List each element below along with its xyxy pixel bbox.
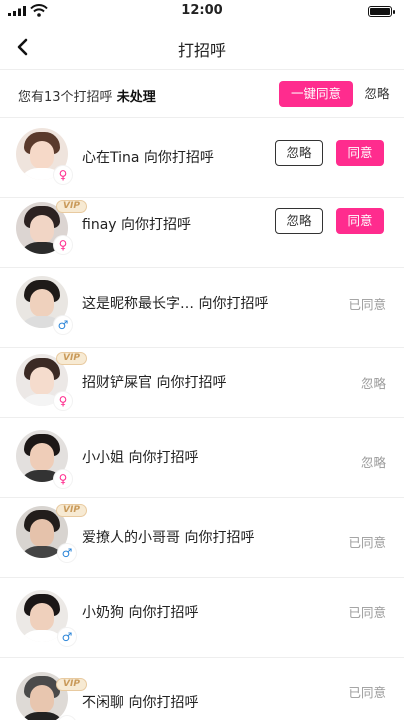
male-icon: ♂ (58, 628, 76, 646)
greeting-row[interactable]: VIP ♂ 不闲聊 向你打招呼 已同意 (0, 658, 404, 720)
nickname: 心在Tina (82, 150, 140, 166)
greeting-summary: 您有13个打招呼 未处理 一键同意 忽略 (0, 70, 404, 118)
greeting-suffix: 向你打招呼 (116, 217, 192, 233)
greeting-suffix: 向你打招呼 (124, 695, 199, 711)
male-icon: ♂ (58, 716, 76, 720)
greeting-text: 小小姐 向你打招呼 (82, 447, 198, 467)
greeting-text: finay 向你打招呼 (82, 214, 191, 234)
agree-button[interactable]: 同意 (336, 208, 384, 234)
status-label: 已同意 (348, 685, 386, 700)
female-icon: ♀ (54, 392, 72, 410)
vip-badge: VIP (56, 352, 87, 365)
nickname: finay (82, 217, 117, 233)
ignore-button[interactable]: 忽略 (275, 208, 323, 234)
summary-text: 您有13个打招呼 未处理 (18, 86, 156, 105)
greeting-text: 爱撩人的小哥哥 向你打招呼 (82, 527, 254, 547)
greeting-text: 小奶狗 向你打招呼 (82, 602, 198, 622)
greeting-text: 心在Tina 向你打招呼 (82, 147, 214, 167)
greeting-row[interactable]: ♂ 这是昵称最长字… 向你打招呼 已同意 (0, 268, 404, 348)
vip-badge: VIP (56, 200, 87, 213)
greeting-row[interactable]: VIP ♂ 爱撩人的小哥哥 向你打招呼 已同意 (0, 498, 404, 578)
vip-badge: VIP (56, 504, 87, 517)
greeting-list: ♀ 心在Tina 向你打招呼 忽略 同意 VIP ♀ finay 向你打招呼 忽… (0, 118, 404, 720)
female-icon: ♀ (54, 236, 72, 254)
summary-pending: 未处理 (116, 90, 156, 105)
agree-all-button[interactable]: 一键同意 (279, 81, 353, 107)
male-icon: ♂ (54, 316, 72, 334)
nickname: 招财铲屎官 (82, 375, 152, 391)
clock: 12:00 (181, 3, 223, 18)
nickname: 不闲聊 (82, 695, 124, 711)
greeting-row[interactable]: ♀ 小小姐 向你打招呼 忽略 (0, 418, 404, 498)
status-bar: 12:00 (0, 0, 404, 24)
vip-badge: VIP (56, 678, 87, 691)
status-label: 已同意 (348, 605, 386, 620)
greeting-text: 这是昵称最长字… 向你打招呼 (82, 293, 268, 313)
status-label: 忽略 (360, 376, 386, 391)
greeting-suffix: 向你打招呼 (124, 605, 199, 621)
agree-button[interactable]: 同意 (336, 140, 384, 166)
greeting-suffix: 向你打招呼 (194, 296, 269, 312)
greeting-suffix: 向你打招呼 (152, 375, 227, 391)
status-label: 已同意 (348, 535, 386, 550)
ignore-button[interactable]: 忽略 (275, 140, 323, 166)
nickname: 小奶狗 (82, 605, 124, 621)
male-icon: ♂ (58, 544, 76, 562)
female-icon: ♀ (54, 470, 72, 488)
greeting-row[interactable]: ♀ 心在Tina 向你打招呼 忽略 同意 (0, 118, 404, 198)
page-title: 打招呼 (177, 41, 226, 60)
ignore-all-button[interactable]: 忽略 (360, 81, 394, 107)
greeting-suffix: 向你打招呼 (180, 530, 255, 546)
navigation-bar: 打招呼 (0, 24, 404, 70)
greeting-suffix: 向你打招呼 (124, 450, 199, 466)
battery-icon (368, 6, 395, 17)
nickname: 这是昵称最长字… (82, 296, 194, 312)
greeting-text: 招财铲屎官 向你打招呼 (82, 372, 226, 392)
summary-count: 您有13个打招呼 (18, 90, 113, 105)
greeting-row[interactable]: ♂ 小奶狗 向你打招呼 已同意 (0, 578, 404, 658)
nickname: 小小姐 (82, 450, 124, 466)
nickname: 爱撩人的小哥哥 (82, 530, 180, 546)
status-label: 已同意 (348, 297, 386, 312)
greeting-text: 不闲聊 向你打招呼 (82, 692, 198, 712)
greeting-row[interactable]: VIP ♀ finay 向你打招呼 忽略 同意 (0, 198, 404, 268)
greeting-suffix: 向你打招呼 (139, 150, 214, 166)
greeting-row[interactable]: VIP ♀ 招财铲屎官 向你打招呼 忽略 (0, 348, 404, 418)
female-icon: ♀ (54, 166, 72, 184)
status-label: 忽略 (360, 455, 386, 470)
